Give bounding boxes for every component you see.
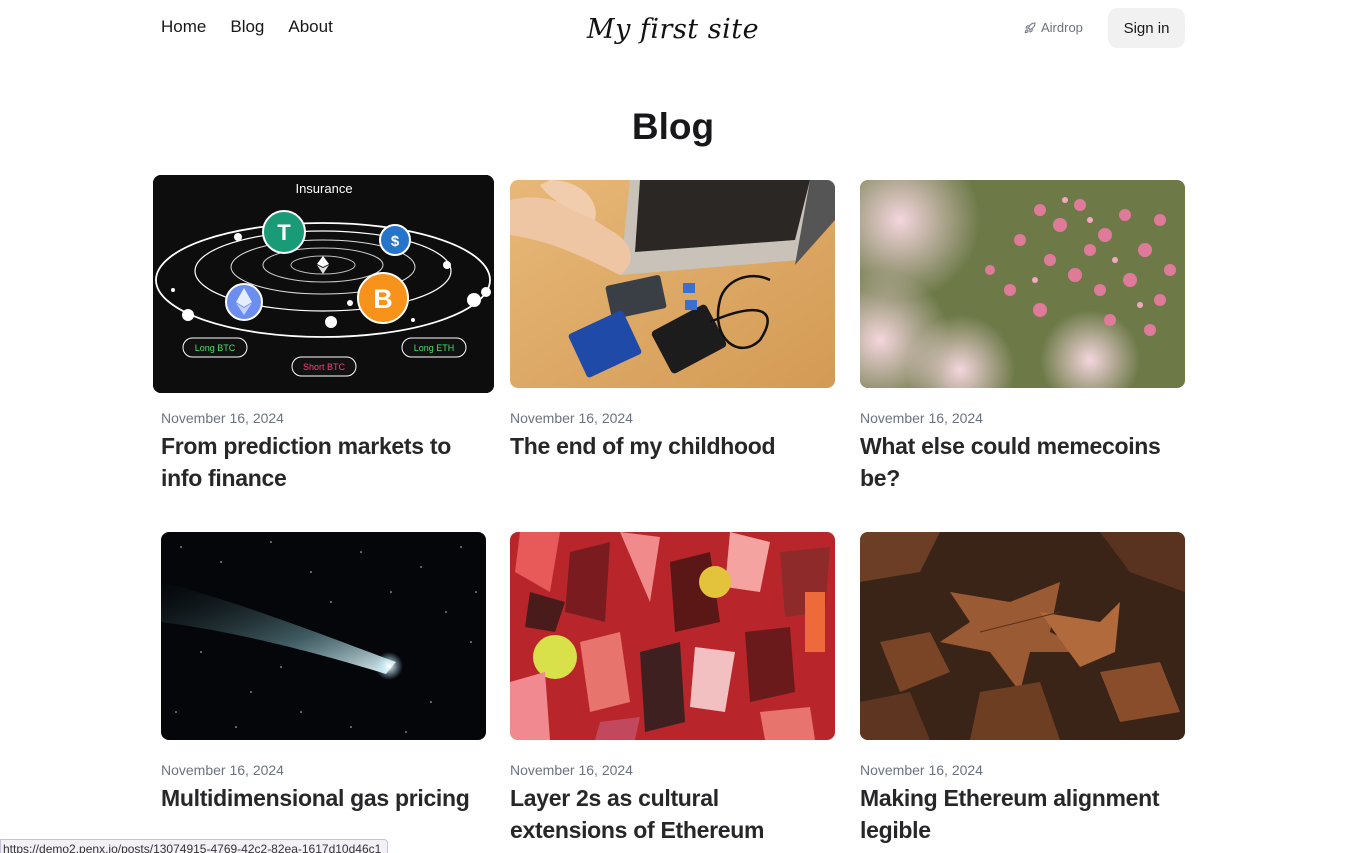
airdrop-link[interactable]: Airdrop <box>1024 20 1083 35</box>
svg-text:$: $ <box>391 233 400 250</box>
laptop-desk-image <box>510 180 835 388</box>
svg-text:B: B <box>373 284 393 314</box>
post-thumbnail[interactable] <box>860 532 1185 740</box>
post-title[interactable]: From prediction markets to info finance <box>161 430 478 494</box>
post-thumbnail[interactable]: Insurance T $ B Long BTC Short BTC Long … <box>153 175 494 393</box>
post-card[interactable]: November 16, 2024 Multidimensional gas p… <box>161 532 486 814</box>
post-date: November 16, 2024 <box>510 410 633 426</box>
post-title[interactable]: Making Ethereum alignment legible <box>860 782 1185 846</box>
post-date: November 16, 2024 <box>860 410 983 426</box>
comet-image <box>161 532 486 740</box>
post-date: November 16, 2024 <box>510 762 633 778</box>
post-thumbnail[interactable] <box>161 532 486 740</box>
post-date: November 16, 2024 <box>161 762 284 778</box>
post-thumbnail[interactable] <box>860 180 1185 388</box>
rocket-icon <box>1024 21 1036 33</box>
post-thumbnail[interactable] <box>510 180 835 388</box>
long-btc-label: Long BTC <box>195 343 236 353</box>
post-card[interactable]: November 16, 2024 Making Ethereum alignm… <box>860 532 1185 846</box>
long-eth-label: Long ETH <box>414 343 455 353</box>
svg-text:T: T <box>277 220 291 245</box>
post-card[interactable]: November 16, 2024 The end of my childhoo… <box>510 180 835 462</box>
page-title: Blog <box>631 106 715 147</box>
image-heading-text: Insurance <box>295 181 352 196</box>
post-date: November 16, 2024 <box>860 762 983 778</box>
link-status-bar: https://demo2.penx.io/posts/13074915-476… <box>0 839 389 853</box>
autumn-leaves-image <box>860 532 1185 740</box>
post-title[interactable]: What else could memecoins be? <box>860 430 1185 494</box>
post-title[interactable]: The end of my childhood <box>510 430 835 462</box>
crypto-orbit-image: Insurance T $ B Long BTC Short BTC Long … <box>153 175 494 393</box>
post-card[interactable]: Insurance T $ B Long BTC Short BTC Long … <box>153 175 494 494</box>
airdrop-label: Airdrop <box>1041 20 1083 35</box>
post-title[interactable]: Multidimensional gas pricing <box>161 782 486 814</box>
post-thumbnail[interactable] <box>510 532 835 740</box>
post-date: November 16, 2024 <box>161 410 284 426</box>
pink-flowers-image <box>860 180 1185 388</box>
short-btc-label: Short BTC <box>303 362 346 372</box>
post-card[interactable]: November 16, 2024 What else could memeco… <box>860 180 1185 494</box>
post-title[interactable]: Layer 2s as cultural extensions of Ether… <box>510 782 835 846</box>
sign-in-button[interactable]: Sign in <box>1108 8 1185 48</box>
site-header: Home Blog About My first site Airdrop Si… <box>0 0 1346 56</box>
colorful-shapes-image <box>510 532 835 740</box>
post-card[interactable]: November 16, 2024 Layer 2s as cultural e… <box>510 532 835 846</box>
